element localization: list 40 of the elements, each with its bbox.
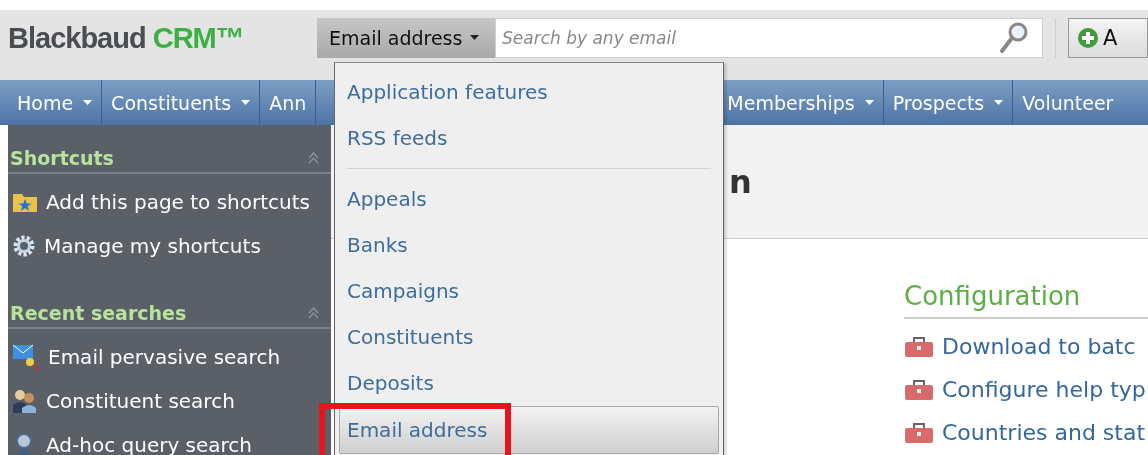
toolbox-icon bbox=[904, 378, 934, 401]
menu-item[interactable]: Application features bbox=[335, 69, 719, 115]
sidebar-link[interactable]: Email pervasive search bbox=[8, 335, 331, 379]
gear-icon bbox=[12, 234, 36, 258]
caret-icon bbox=[241, 99, 251, 106]
caret-icon bbox=[470, 35, 480, 41]
search-icon bbox=[999, 21, 1029, 55]
sidebar-link[interactable]: Add this page to shortcuts bbox=[8, 180, 331, 224]
toolbox-icon bbox=[904, 421, 934, 444]
plus-icon bbox=[1077, 27, 1099, 49]
people-icon bbox=[12, 388, 38, 414]
search-field[interactable]: Search by any email bbox=[495, 18, 1043, 58]
caret-icon bbox=[864, 99, 874, 106]
folder-star-icon bbox=[12, 191, 38, 213]
menu-item[interactable]: Constituents bbox=[335, 314, 719, 360]
collapse-icon[interactable] bbox=[308, 307, 319, 319]
envelope-magnifier-icon bbox=[12, 343, 40, 371]
menu-item[interactable]: Deposits bbox=[335, 360, 719, 406]
menu-item[interactable]: Appeals bbox=[335, 176, 719, 222]
caret-icon bbox=[83, 99, 93, 106]
menu-item[interactable]: Banks bbox=[335, 222, 719, 268]
section-title: Recent searches bbox=[10, 302, 187, 324]
menu-item[interactable]: Campaigns bbox=[335, 268, 719, 314]
toolbox-icon bbox=[904, 335, 934, 358]
collapse-icon[interactable] bbox=[308, 152, 319, 164]
configuration-link[interactable]: Countries and stat bbox=[904, 411, 1148, 454]
sidebar-link[interactable]: Constituent search bbox=[8, 379, 331, 423]
nav-menu-item[interactable]: Volunteer bbox=[1013, 80, 1123, 125]
sidebar-link[interactable]: Manage my shortcuts bbox=[8, 224, 331, 268]
section-title: Configuration bbox=[904, 281, 1148, 319]
section-title: Shortcuts bbox=[10, 147, 114, 169]
menu-item[interactable]: RSS feeds bbox=[335, 115, 719, 161]
configuration-link[interactable]: Configure help typ bbox=[904, 368, 1148, 411]
menu-item[interactable]: Email address bbox=[339, 406, 719, 454]
search-scope-dropdown[interactable]: Email address bbox=[317, 18, 495, 58]
add-button[interactable]: A bbox=[1068, 18, 1148, 58]
configuration-link[interactable]: Download to batc bbox=[904, 325, 1148, 368]
logo: Blackbaud CRM™ bbox=[8, 21, 245, 55]
caret-icon bbox=[994, 99, 1004, 106]
page-title: n bbox=[729, 162, 752, 201]
